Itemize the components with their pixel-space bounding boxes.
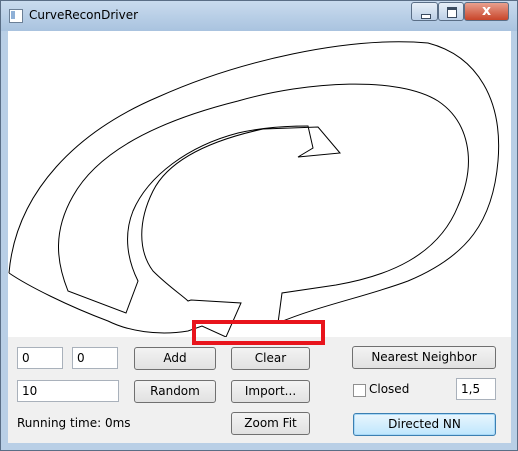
- closed-label: Closed: [369, 382, 410, 396]
- random-button[interactable]: Random: [134, 380, 216, 403]
- nearest-neighbor-button[interactable]: Nearest Neighbor: [352, 346, 496, 369]
- app-icon: [9, 9, 23, 23]
- highlight-box: [192, 320, 325, 345]
- count-input[interactable]: 10: [17, 380, 119, 402]
- title-bar[interactable]: CurveReconDriver x: [1, 1, 517, 31]
- maximize-button[interactable]: [438, 2, 464, 21]
- param-input[interactable]: 1,5: [456, 378, 496, 400]
- close-button[interactable]: x: [464, 2, 509, 21]
- x-input[interactable]: 0: [17, 347, 63, 369]
- drawing-canvas[interactable]: [8, 31, 511, 338]
- reconstructed-curve: [8, 41, 500, 338]
- directed-nn-button[interactable]: Directed NN: [353, 413, 496, 436]
- close-icon: x: [481, 3, 492, 19]
- y-input[interactable]: 0: [72, 347, 118, 369]
- zoom-fit-button[interactable]: Zoom Fit: [231, 412, 310, 435]
- import-button[interactable]: Import...: [231, 380, 310, 403]
- minimize-button[interactable]: [411, 2, 438, 21]
- app-window: CurveReconDriver x 0 0 Add Clear Nearest…: [0, 0, 518, 451]
- closed-checkbox[interactable]: [353, 384, 366, 397]
- clear-button[interactable]: Clear: [231, 347, 310, 370]
- running-time-text: Running time: 0ms: [17, 416, 131, 430]
- add-button[interactable]: Add: [134, 347, 216, 370]
- client-area: 0 0 Add Clear Nearest Neighbor 10 Random…: [8, 31, 511, 443]
- window-title: CurveReconDriver: [29, 8, 139, 22]
- curve-plot: [8, 41, 500, 338]
